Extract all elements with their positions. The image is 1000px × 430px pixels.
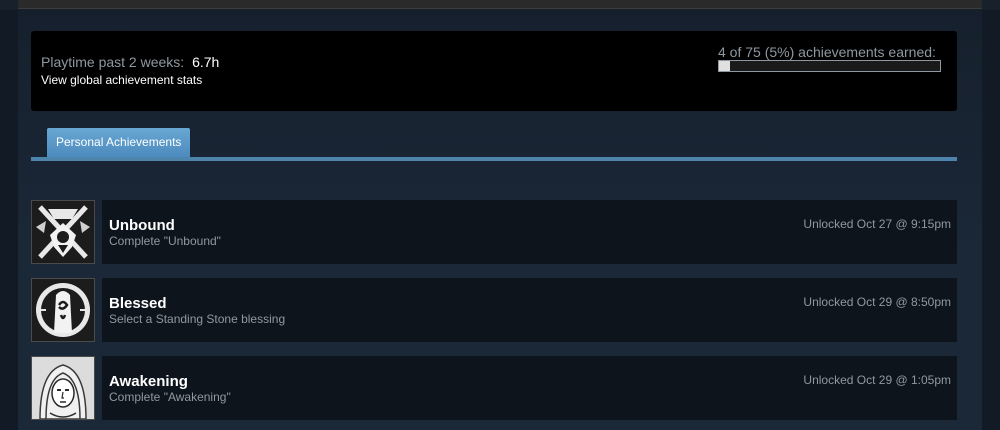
global-stats-link[interactable]: View global achievement stats xyxy=(41,73,202,87)
achievement-row: Unbound Complete "Unbound" Unlocked Oct … xyxy=(31,200,957,264)
achievement-unlock-date: Unlocked Oct 29 @ 1:05pm xyxy=(803,373,951,387)
achievement-description: Complete "Unbound" xyxy=(109,234,221,248)
playtime-label: Playtime past 2 weeks: xyxy=(41,54,185,70)
achievement-unlock-date: Unlocked Oct 27 @ 9:15pm xyxy=(803,217,951,231)
achievement-title: Blessed xyxy=(109,295,167,312)
achievement-details: Awakening Complete "Awakening" Unlocked … xyxy=(102,356,957,420)
achievement-description: Select a Standing Stone blessing xyxy=(109,312,286,326)
achievement-title: Unbound xyxy=(109,217,175,234)
standing-stone-icon xyxy=(31,278,95,342)
achievement-title: Awakening xyxy=(109,373,188,390)
playtime-info: Playtime past 2 weeks: 6.7h xyxy=(41,54,219,70)
achievement-details: Unbound Complete "Unbound" Unlocked Oct … xyxy=(102,200,957,264)
playtime-value: 6.7h xyxy=(192,54,220,70)
achievement-unlock-date: Unlocked Oct 29 @ 8:50pm xyxy=(803,295,951,309)
dragon-sword-icon xyxy=(31,200,95,264)
achievement-progress-fill xyxy=(719,61,731,71)
achievements-earned-text: 4 of 75 (5%) achievements earned: xyxy=(718,44,936,60)
achievement-progress-bar xyxy=(718,60,941,72)
top-bar xyxy=(0,0,1000,10)
top-bar-strip xyxy=(18,0,982,9)
achievements-page: Playtime past 2 weeks: 6.7h View global … xyxy=(18,10,982,430)
portrait-icon xyxy=(31,356,95,420)
tab-personal-achievements[interactable]: Personal Achievements xyxy=(47,128,191,157)
tab-underline xyxy=(31,157,957,161)
achievement-row: Awakening Complete "Awakening" Unlocked … xyxy=(31,356,957,420)
achievement-description: Complete "Awakening" xyxy=(109,390,231,404)
achievement-row: Blessed Select a Standing Stone blessing… xyxy=(31,278,957,342)
achievement-summary-panel: Playtime past 2 weeks: 6.7h View global … xyxy=(31,31,957,111)
achievement-details: Blessed Select a Standing Stone blessing… xyxy=(102,278,957,342)
